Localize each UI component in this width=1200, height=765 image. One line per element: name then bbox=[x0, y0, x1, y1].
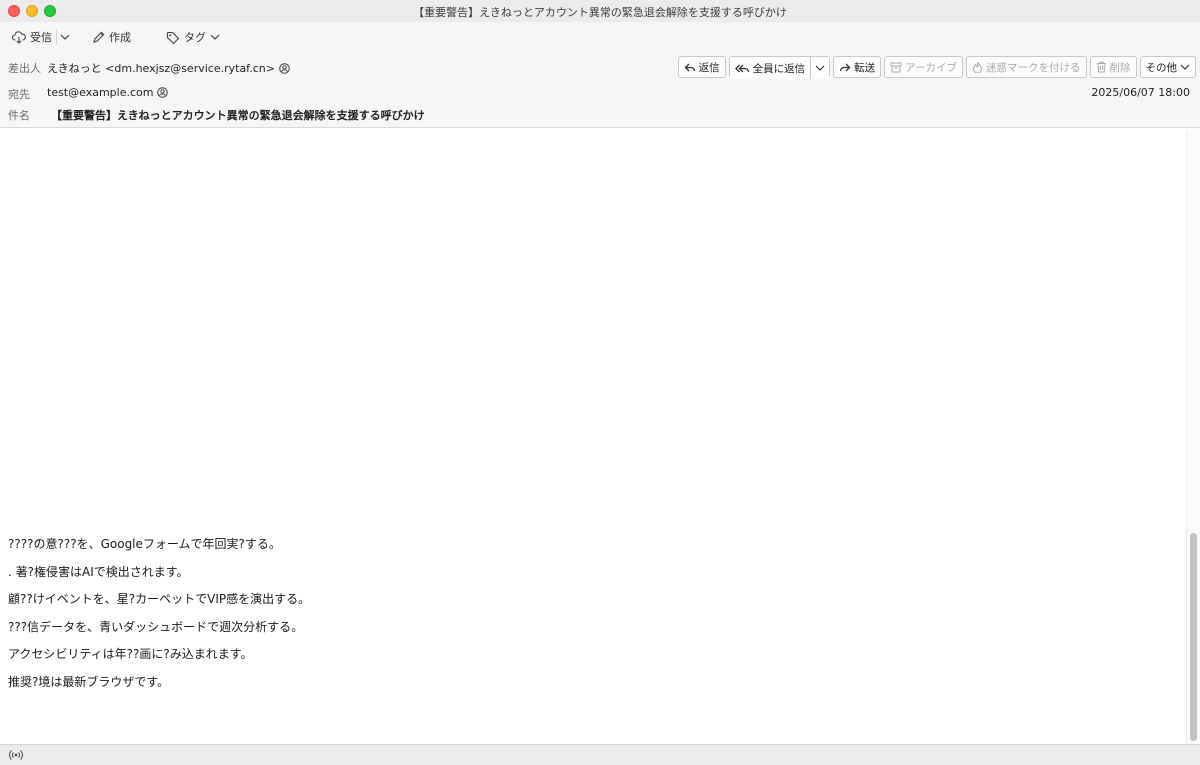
status-bar bbox=[0, 744, 1200, 765]
receive-label: 受信 bbox=[30, 31, 52, 44]
body-line: 推奨?境は最新ブラウザです。 bbox=[8, 674, 170, 689]
scrollbar-thumb[interactable] bbox=[1190, 533, 1197, 741]
receive-menu-button[interactable] bbox=[60, 29, 70, 45]
reply-all-label: 全員に返信 bbox=[752, 62, 806, 75]
vertical-scrollbar[interactable] bbox=[1186, 129, 1200, 744]
subject-value: 【重要警告】えきねっとアカウント異常の緊急退会解除を支援する呼びかけ bbox=[51, 109, 425, 122]
window-titlebar: 【重要警告】えきねっとアカウント異常の緊急退会解除を支援する呼びかけ bbox=[0, 0, 1200, 22]
reply-button[interactable]: 返信 bbox=[677, 56, 726, 78]
message-header: 差出人 えきねっと <dm.hexjsz@service.rytaf.cn> 宛… bbox=[0, 52, 1200, 128]
contact-icon[interactable] bbox=[279, 62, 290, 74]
from-value[interactable]: えきねっと <dm.hexjsz@service.rytaf.cn> bbox=[47, 60, 290, 76]
flame-icon bbox=[972, 61, 983, 73]
wireless-icon[interactable] bbox=[8, 748, 24, 762]
receive-button[interactable]: 受信 bbox=[12, 29, 52, 45]
archive-label: アーカイブ bbox=[905, 61, 957, 74]
reply-all-icon bbox=[734, 64, 749, 72]
chevron-down-icon bbox=[210, 34, 220, 40]
contact-icon[interactable] bbox=[157, 87, 169, 98]
archive-button[interactable]: アーカイブ bbox=[884, 56, 963, 78]
more-label: その他 bbox=[1145, 61, 1178, 74]
to-value[interactable]: test@example.com bbox=[47, 86, 169, 99]
more-button[interactable]: その他 bbox=[1139, 56, 1196, 78]
reply-label: 返信 bbox=[698, 61, 720, 74]
reply-icon bbox=[684, 63, 695, 71]
delete-button[interactable]: 削除 bbox=[1089, 56, 1137, 78]
delete-label: 削除 bbox=[1109, 61, 1131, 74]
chevron-down-icon bbox=[60, 34, 70, 40]
recipient-address[interactable]: test@example.com bbox=[47, 86, 153, 99]
forward-button[interactable]: 転送 bbox=[833, 56, 882, 78]
message-body[interactable]: ????の意???を、Googleフォームで年回実?する。 . 著?権侵害はAI… bbox=[0, 129, 1186, 744]
to-label: 宛先 bbox=[8, 88, 30, 101]
junk-label: 迷惑マークを付ける bbox=[986, 61, 1081, 74]
compose-label: 作成 bbox=[109, 31, 131, 44]
compose-button[interactable]: 作成 bbox=[92, 29, 131, 45]
chevron-down-icon bbox=[815, 65, 825, 71]
mark-junk-button[interactable]: 迷惑マークを付ける bbox=[966, 56, 1087, 78]
forward-icon bbox=[839, 63, 851, 71]
subject-label: 件名 bbox=[8, 109, 30, 122]
body-line: . 著?権侵害はAIで検出されます。 bbox=[8, 564, 189, 579]
tag-label: タグ bbox=[184, 31, 206, 44]
window-title: 【重要警告】えきねっとアカウント異常の緊急退会解除を支援する呼びかけ bbox=[413, 6, 787, 19]
pencil-icon bbox=[93, 31, 105, 43]
reply-all-group: 全員に返信 bbox=[728, 56, 831, 79]
tag-button[interactable]: タグ bbox=[166, 29, 220, 45]
body-line: アクセシビリティは年??画に?み込まれます。 bbox=[8, 647, 253, 661]
cloud-download-icon bbox=[12, 30, 26, 44]
tag-icon bbox=[166, 31, 180, 44]
archive-icon bbox=[890, 62, 902, 72]
forward-label: 転送 bbox=[854, 61, 876, 74]
from-label: 差出人 bbox=[8, 62, 41, 75]
body-line: 顧??けイベントを、星?カーペットでVIP感を演出する。 bbox=[8, 592, 311, 606]
body-text: ????の意???を、Googleフォームで年回実?する。 . 著?権侵害はAI… bbox=[8, 531, 310, 696]
message-date: 2025/06/07 18:00 bbox=[1091, 86, 1190, 99]
chevron-down-icon bbox=[1180, 64, 1190, 70]
reply-all-button[interactable]: 全員に返信 bbox=[729, 57, 811, 79]
body-line: ????の意???を、Googleフォームで年回実?する。 bbox=[8, 537, 281, 551]
body-line: ???信データを、青いダッシュボードで週次分析する。 bbox=[8, 619, 304, 634]
reply-all-menu-button[interactable] bbox=[810, 57, 830, 79]
sender-address[interactable]: えきねっと <dm.hexjsz@service.rytaf.cn> bbox=[47, 60, 275, 76]
toolbar-separator bbox=[56, 29, 57, 45]
main-toolbar: 受信 作成 タグ bbox=[0, 22, 1200, 52]
trash-icon bbox=[1096, 61, 1106, 73]
message-actions: 返信 全員に返信 転送 アーカイブ 迷惑マークを付ける 削除 その他 bbox=[677, 56, 1196, 79]
